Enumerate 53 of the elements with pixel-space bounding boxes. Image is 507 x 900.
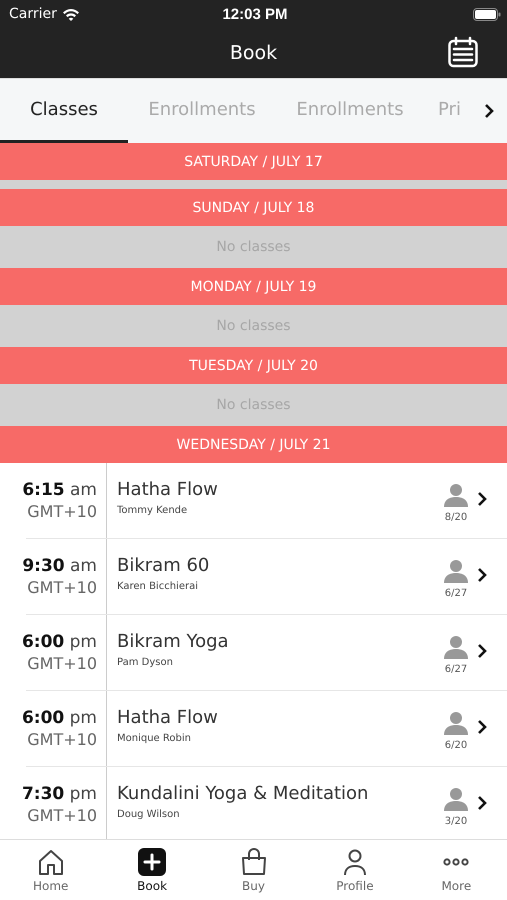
nav-tab[interactable]: Home — [0, 840, 102, 900]
nav-tab[interactable]: Profile — [304, 840, 406, 900]
plus-icon — [138, 848, 166, 876]
teacher-name: Karen Bicchierai — [117, 581, 199, 592]
timezone-text: GMT+10 — [27, 502, 97, 521]
spots-count: 3/20 — [444, 816, 468, 827]
person-icon — [443, 559, 469, 583]
person-icon — [443, 635, 469, 659]
more-icon — [443, 858, 470, 866]
teacher-name: Monique Robin — [117, 733, 192, 744]
class-name: Bikram 60 — [117, 555, 210, 576]
class-name: Hatha Flow — [117, 707, 219, 728]
class-row[interactable]: 6:15 am GMT+10 Hatha Flow Tommy Kende 8/20 — [26, 463, 507, 539]
chevron-right-icon — [477, 643, 487, 659]
chevron-right-icon[interactable] — [484, 103, 494, 119]
spots-count: 8/20 — [444, 512, 468, 523]
teacher-name: Pam Dyson — [117, 657, 174, 668]
day-header: WEDNESDAY / JULY 21 — [0, 426, 507, 463]
chevron-right-icon — [477, 719, 487, 735]
class-name: Hatha Flow — [117, 479, 219, 500]
timezone-text: GMT+10 — [27, 806, 97, 825]
carrier-text: Carrier — [9, 6, 57, 22]
day-header: SATURDAY / JULY 17 — [0, 143, 507, 180]
page-title: Book — [230, 42, 278, 64]
clock-text: 12:03 PM — [222, 6, 288, 22]
chevron-right-icon — [477, 491, 487, 507]
person-icon — [443, 483, 469, 507]
timezone-text: GMT+10 — [27, 578, 97, 597]
wifi-icon — [62, 8, 80, 20]
person-icon — [443, 787, 469, 811]
teacher-name: Doug Wilson — [117, 809, 181, 820]
person-icon — [443, 711, 469, 735]
spots-count: 6/20 — [444, 740, 468, 751]
spots-count: 6/27 — [444, 588, 468, 599]
nav-tab[interactable]: Book — [101, 840, 203, 900]
nav-tab[interactable]: Buy — [202, 840, 304, 900]
spots-count: 6/27 — [444, 664, 468, 675]
class-time: 7:30 pm — [22, 784, 97, 804]
chevron-right-icon — [477, 795, 487, 811]
day-header: MONDAY / JULY 19 — [0, 268, 507, 305]
class-name: Kundalini Yoga & Meditation — [117, 783, 370, 804]
day-header: TUESDAY / JULY 20 — [0, 347, 507, 384]
day-header: SUNDAY / JULY 18 — [0, 189, 507, 226]
nav-tab[interactable]: More — [406, 840, 507, 900]
timezone-text: GMT+10 — [27, 654, 97, 673]
class-name: Bikram Yoga — [117, 631, 230, 652]
battery-icon — [472, 8, 501, 20]
shopping-bag-icon — [240, 848, 267, 876]
home-icon — [36, 848, 65, 876]
timezone-text: GMT+10 — [27, 730, 97, 749]
chevron-right-icon — [477, 567, 487, 583]
calendar-icon[interactable] — [447, 36, 479, 68]
teacher-name: Tommy Kende — [117, 505, 188, 516]
